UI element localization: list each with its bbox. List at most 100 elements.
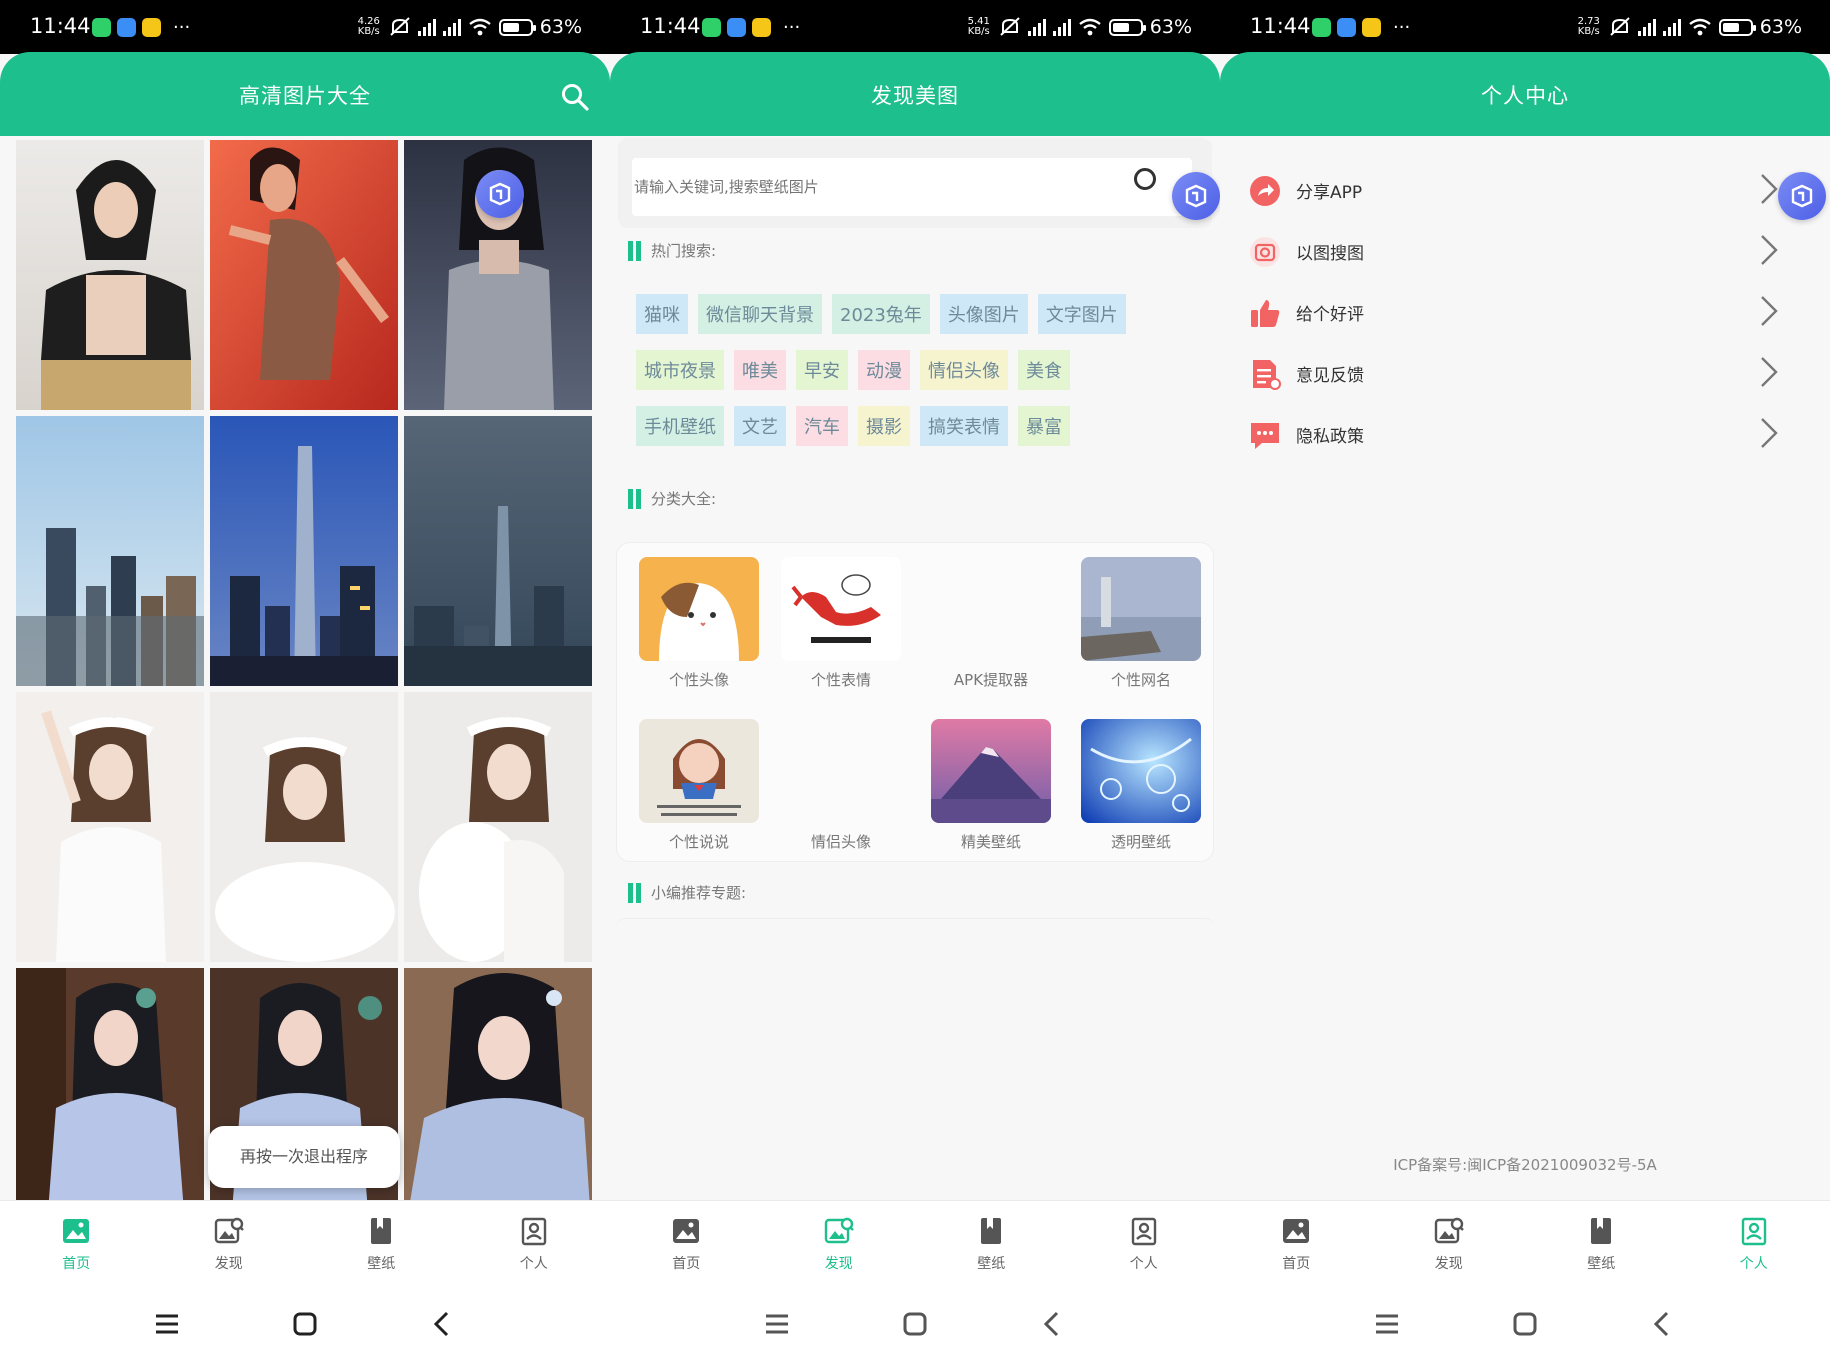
nav-personal[interactable]: 个人 bbox=[1678, 1201, 1830, 1292]
hot-tag[interactable]: 手机壁纸 bbox=[636, 406, 724, 446]
nav-wallpaper[interactable]: 壁纸 bbox=[915, 1201, 1068, 1292]
nav-wallpaper-label: 壁纸 bbox=[367, 1256, 396, 1272]
network-speed: 2.73 KB/s bbox=[1577, 16, 1600, 37]
image-tile[interactable] bbox=[16, 416, 204, 686]
category-item[interactable]: 透明壁纸 bbox=[1081, 719, 1201, 852]
signal-hd-icon bbox=[442, 18, 461, 36]
nav-home[interactable]: 首页 bbox=[0, 1201, 153, 1292]
nav-wallpaper[interactable]: 壁纸 bbox=[305, 1201, 458, 1292]
nav-home[interactable]: 首页 bbox=[610, 1201, 763, 1292]
chevron-right-icon bbox=[1761, 296, 1778, 326]
system-nav bbox=[0, 1292, 610, 1356]
image-tile[interactable] bbox=[404, 692, 592, 962]
menu-item-share[interactable]: 分享APP bbox=[1248, 160, 1808, 221]
back-icon[interactable] bbox=[1038, 1309, 1068, 1339]
home-square-icon[interactable] bbox=[290, 1309, 320, 1339]
hot-tag[interactable]: 早安 bbox=[796, 350, 848, 390]
nav-personal[interactable]: 个人 bbox=[1068, 1201, 1221, 1292]
bookmark-book-icon bbox=[1591, 1218, 1612, 1244]
hot-tag[interactable]: 情侣头像 bbox=[920, 350, 1008, 390]
image-icon bbox=[1283, 1219, 1310, 1243]
floating-action-button[interactable] bbox=[1172, 172, 1220, 220]
nav-discover[interactable]: 发现 bbox=[153, 1201, 306, 1292]
home-square-icon[interactable] bbox=[900, 1309, 930, 1339]
hot-tag[interactable]: 搞笑表情 bbox=[920, 406, 1008, 446]
category-item[interactable]: 个性网名 bbox=[1081, 557, 1201, 690]
hot-tag[interactable]: 头像图片 bbox=[939, 294, 1028, 334]
status-bar: 11:44 ··· 4.26 KB/s 63% bbox=[0, 0, 610, 54]
image-tile[interactable] bbox=[404, 968, 592, 1200]
menu-item-rate[interactable]: 给个好评 bbox=[1248, 282, 1808, 343]
contact-card-icon bbox=[521, 1217, 546, 1246]
hot-tag[interactable]: 城市夜景 bbox=[636, 350, 724, 390]
hot-tag[interactable]: 文字图片 bbox=[1037, 294, 1126, 334]
hot-tag[interactable]: 暴富 bbox=[1018, 406, 1070, 446]
menu-icon[interactable] bbox=[1372, 1309, 1402, 1339]
image-tile[interactable] bbox=[210, 416, 398, 686]
category-item[interactable]: 情侣头像 bbox=[781, 719, 901, 852]
thumbs-up-icon bbox=[1251, 299, 1280, 327]
nav-personal[interactable]: 个人 bbox=[458, 1201, 611, 1292]
image-tile[interactable] bbox=[16, 968, 204, 1200]
back-icon[interactable] bbox=[1648, 1309, 1678, 1339]
menu-icon[interactable] bbox=[152, 1309, 182, 1339]
profile-screen: 11:44 ··· 2.73 KB/s 63% 个人中心 分享APP 以图搜图 … bbox=[1220, 0, 1830, 1356]
back-icon[interactable] bbox=[428, 1309, 458, 1339]
nav-wallpaper[interactable]: 壁纸 bbox=[1525, 1201, 1678, 1292]
contact-card-icon bbox=[1741, 1217, 1766, 1246]
signal-icon bbox=[1027, 18, 1046, 36]
camera-icon bbox=[1250, 236, 1280, 267]
hot-tags: 猫咪 微信聊天背景 2023兔年 头像图片 文字图片城市夜景 唯美 早安 动漫 情侣头像 美食手机… bbox=[636, 294, 1196, 462]
image-tile[interactable] bbox=[210, 140, 398, 410]
nav-personal-label: 个人 bbox=[1739, 1256, 1768, 1272]
wifi-icon bbox=[1079, 18, 1101, 36]
section-marker-icon bbox=[628, 882, 641, 903]
hot-tag[interactable]: 美食 bbox=[1018, 350, 1070, 390]
hot-tag[interactable]: 文艺 bbox=[734, 406, 786, 446]
signal-hd-icon bbox=[1052, 18, 1071, 36]
chevron-right-icon bbox=[1761, 357, 1778, 387]
menu-item-image-search[interactable]: 以图搜图 bbox=[1248, 221, 1808, 282]
category-item[interactable]: 精美壁纸 bbox=[931, 719, 1051, 852]
status-bar: 11:44 ··· 2.73 KB/s 63% bbox=[1220, 0, 1830, 54]
hot-tag[interactable]: 摄影 bbox=[858, 406, 910, 446]
image-tile[interactable] bbox=[404, 416, 592, 686]
app-bar: 个人中心 bbox=[1220, 52, 1830, 136]
search-input[interactable] bbox=[632, 158, 1192, 216]
bottom-nav: 首页 发现 壁纸 个人 bbox=[610, 1200, 1220, 1292]
nav-discover[interactable]: 发现 bbox=[1373, 1201, 1526, 1292]
icp-record[interactable]: ICP备案号:闽ICP备2021009032号-5A bbox=[1220, 1154, 1830, 1175]
hot-tag[interactable]: 2023兔年 bbox=[832, 294, 930, 334]
battery-percent: 63% bbox=[539, 16, 582, 38]
image-tile[interactable] bbox=[16, 692, 204, 962]
hot-tag[interactable]: 猫咪 bbox=[636, 294, 688, 334]
category-item[interactable]: 个性说说 bbox=[639, 719, 759, 852]
category-grid: 个性头像 个性表情 APK提取器 个性网名 个性说说 情侣头像 精美壁纸 透明壁… bbox=[616, 542, 1214, 862]
home-square-icon[interactable] bbox=[1510, 1309, 1540, 1339]
nav-home[interactable]: 首页 bbox=[1220, 1201, 1373, 1292]
hot-tag[interactable]: 汽车 bbox=[796, 406, 848, 446]
menu-icon[interactable] bbox=[762, 1309, 792, 1339]
hot-tag[interactable]: 微信聊天背景 bbox=[698, 294, 822, 334]
floating-action-button[interactable] bbox=[476, 170, 524, 218]
menu-item-feedback[interactable]: 意见反馈 bbox=[1248, 343, 1808, 404]
category-item[interactable]: 个性头像 bbox=[639, 557, 759, 690]
hot-tag[interactable]: 动漫 bbox=[858, 350, 910, 390]
hot-tag[interactable]: 唯美 bbox=[734, 350, 786, 390]
category-item[interactable]: APK提取器 bbox=[931, 557, 1051, 690]
image-tile[interactable] bbox=[210, 692, 398, 962]
signal-icon bbox=[417, 18, 436, 36]
more-notifications-icon: ··· bbox=[1393, 16, 1411, 38]
category-item[interactable]: 个性表情 bbox=[781, 557, 901, 690]
menu-item-privacy[interactable]: 隐私政策 bbox=[1248, 404, 1808, 465]
share-icon bbox=[1250, 175, 1280, 206]
image-tile[interactable] bbox=[16, 140, 204, 410]
search-icon[interactable] bbox=[1134, 168, 1156, 190]
search-icon[interactable] bbox=[560, 82, 590, 112]
system-nav bbox=[610, 1292, 1220, 1356]
app-bar: 发现美图 bbox=[610, 52, 1220, 136]
nav-discover[interactable]: 发现 bbox=[763, 1201, 916, 1292]
chevron-right-icon bbox=[1761, 174, 1778, 204]
chevron-right-icon bbox=[1761, 418, 1778, 448]
nav-home-label: 首页 bbox=[1282, 1256, 1311, 1272]
